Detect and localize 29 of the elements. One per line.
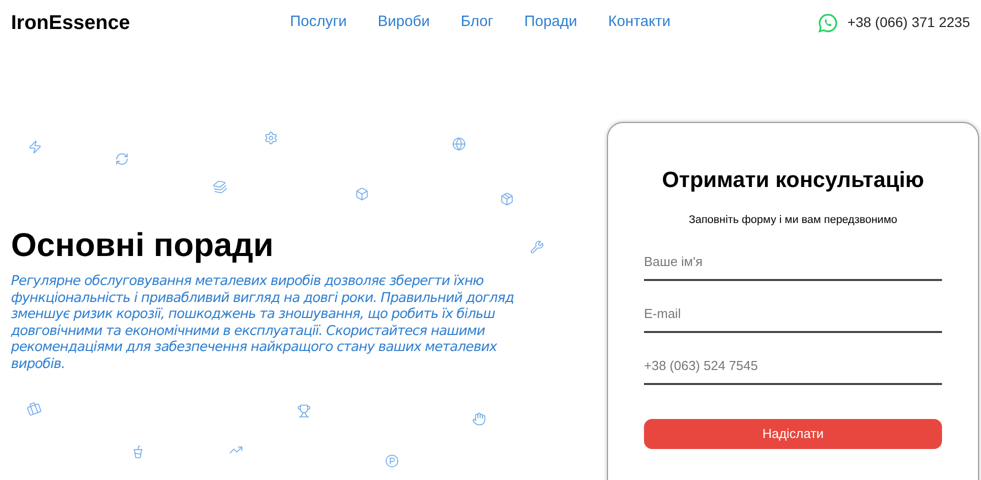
chat-bubble-icon	[818, 12, 838, 32]
hand-icon	[472, 412, 486, 426]
lightning-icon	[28, 140, 42, 154]
wrench-icon	[530, 240, 544, 254]
intro-paragraph: Регулярне обслуговування металевих виробів дозволяє зберегти їхню функціональність і привабливий вигляд на довгі роки. Правильний догляд зменшує ризик корозії, пошкоджень та зношування, що робить їх більш довговічними та економічними в експлуатації. Скористайтеся нашими рекомендаціями для забезпечення найкращого стану ваших металевих виробів.	[11, 273, 515, 372]
submit-button[interactable]: Надіслати	[644, 418, 942, 448]
gear-icon	[264, 131, 278, 145]
text-input-field[interactable]: Ваше ім'я	[644, 244, 942, 280]
phone-number[interactable]: +38 (066) 371 2235	[847, 12, 970, 33]
section-heading: Основні поради	[11, 225, 274, 265]
briefcase-icon	[25, 400, 43, 418]
site-logo[interactable]: IronEssence	[11, 8, 271, 38]
form-title: Отримати консультацію	[662, 166, 924, 194]
trophy-icon	[297, 404, 311, 418]
form-subtitle: Заповніть форму і ми вам передзвонимо	[688, 213, 898, 228]
text-input-field[interactable]: +38 (063) 524 7545	[644, 348, 942, 384]
layers-icon	[211, 178, 229, 196]
text-input-field[interactable]: E-mail	[644, 296, 942, 332]
globe-icon	[452, 137, 466, 151]
box-icon	[355, 187, 369, 201]
cup-icon	[131, 445, 145, 459]
nav-link[interactable]: Послуги	[290, 11, 347, 34]
cycle-arrows-icon	[115, 152, 129, 166]
package-icon	[500, 192, 514, 206]
parking-circle-icon	[385, 454, 399, 468]
nav-link[interactable]: Поради	[524, 11, 578, 34]
nav-link[interactable]: Вироби	[378, 11, 430, 34]
nav-link[interactable]: Контакти	[608, 11, 671, 34]
nav-link[interactable]: Блог	[460, 11, 494, 34]
